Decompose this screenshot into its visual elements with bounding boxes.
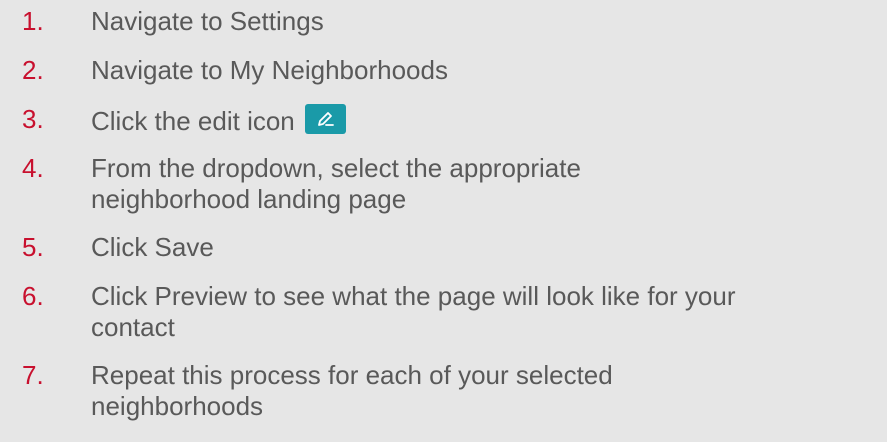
step-number: 4. [22,153,44,183]
step-text-line: Navigate to Settings [91,6,324,36]
step-text: Click the edit icon [91,104,881,137]
step-text: Click Save [91,232,881,263]
step-text-line: Click the edit icon [91,106,295,136]
step-number: 6. [22,281,44,311]
step-text: Repeat this process for each of your sel… [91,360,881,422]
pencil-icon [304,104,346,134]
step-text-line: Navigate to My Neighborhoods [91,55,448,85]
step-text: Click Preview to see what the page will … [91,281,881,343]
step-number: 2. [22,55,44,85]
step-text: From the dropdown, select the appropriat… [91,153,881,215]
step-text-line: neighborhood landing page [91,184,407,214]
step-text-line: contact [91,312,175,342]
step-text-line: Click Save [91,232,214,262]
pencil-icon-glyph [317,112,334,126]
step-text-line: Click Preview to see what the page will … [91,281,736,311]
step-text: Navigate to Settings [91,6,881,37]
step-text-line: neighborhoods [91,391,264,421]
step-number: 5. [22,232,44,262]
step-number: 7. [22,360,44,390]
step-number: 1. [22,6,44,36]
step-text-line: From the dropdown, select the appropriat… [91,153,581,183]
step-number: 3. [22,104,44,134]
step-text: Navigate to My Neighborhoods [91,55,881,86]
step-text-line: Repeat this process for each of your sel… [91,360,613,390]
